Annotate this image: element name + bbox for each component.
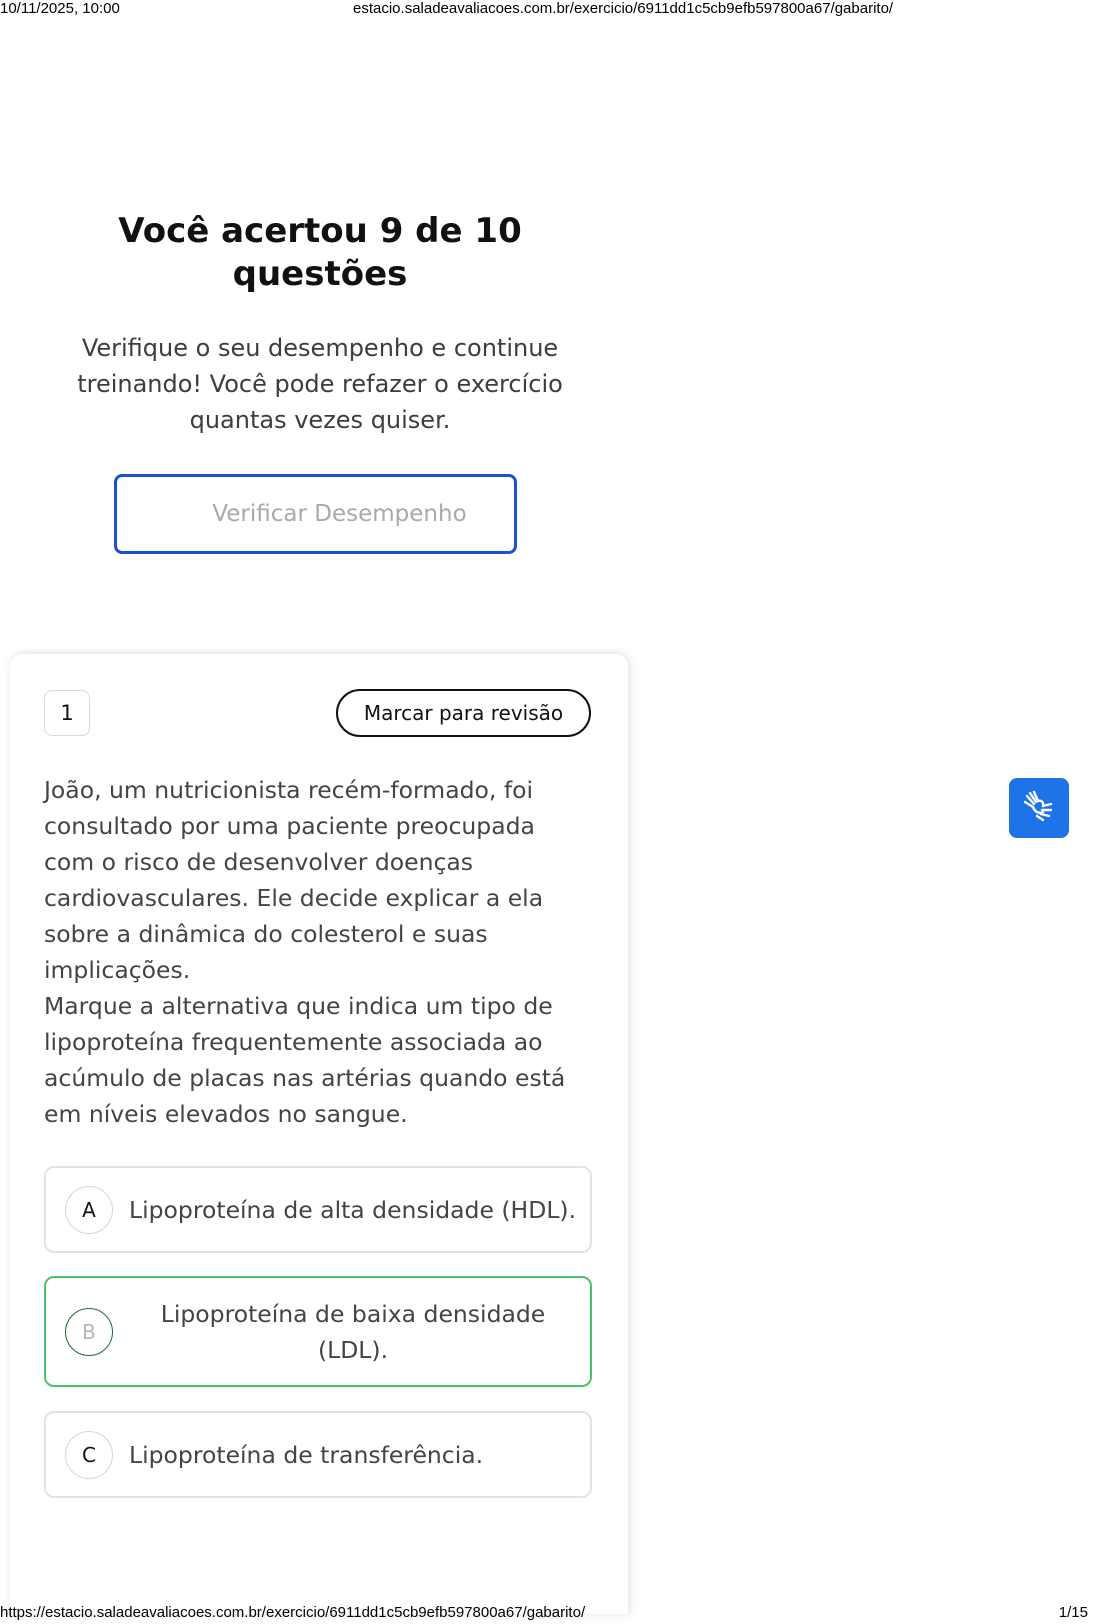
- print-page-number: 1/15: [1058, 1604, 1088, 1621]
- option-text: Lipoproteína de alta densidade (HDL).: [129, 1195, 577, 1224]
- question-prompt: Marque a alternativa que indica um tipo …: [44, 992, 566, 1128]
- accessibility-button[interactable]: [1009, 778, 1069, 838]
- print-header: 10/11/2025, 10:00 estacio.saladeavaliaco…: [0, 0, 1096, 18]
- option-text: Lipoproteína de baixa densidade (LDL).: [160, 1299, 546, 1364]
- option-b-correct[interactable]: B Lipoproteína de baixa densidade (LDL).: [44, 1276, 592, 1387]
- result-subtitle: Verifique o seu desempenho e continue tr…: [77, 334, 563, 434]
- print-footer-url: https://estacio.saladeavaliacoes.com.br/…: [0, 1604, 586, 1621]
- mark-for-review-button[interactable]: Marcar para revisão: [336, 689, 591, 737]
- question-statement: João, um nutricionista recém-formado, fo…: [44, 776, 544, 984]
- question-card: 1 Marcar para revisão João, um nutricion…: [10, 654, 628, 1614]
- print-datetime: 10/11/2025, 10:00: [0, 0, 120, 17]
- option-text: Lipoproteína de transferência.: [129, 1440, 484, 1469]
- sign-language-hands-icon: [1021, 788, 1057, 829]
- print-url: estacio.saladeavaliacoes.com.br/exercici…: [353, 0, 894, 17]
- question-number: 1: [44, 690, 90, 736]
- check-performance-button[interactable]: Verificar Desempenho: [114, 474, 517, 554]
- option-a[interactable]: A Lipoproteína de alta densidade (HDL).: [44, 1166, 592, 1253]
- result-summary: Você acertou 9 de 10 questões Verifique …: [60, 210, 580, 438]
- option-letter: C: [65, 1430, 113, 1479]
- result-title: Você acertou 9 de 10 questões: [118, 211, 522, 294]
- question-text: João, um nutricionista recém-formado, fo…: [44, 772, 592, 1132]
- option-c[interactable]: C Lipoproteína de transferência.: [44, 1411, 592, 1498]
- option-letter: A: [65, 1185, 113, 1234]
- print-footer: https://estacio.saladeavaliacoes.com.br/…: [0, 1604, 1096, 1622]
- option-letter: B: [65, 1307, 113, 1356]
